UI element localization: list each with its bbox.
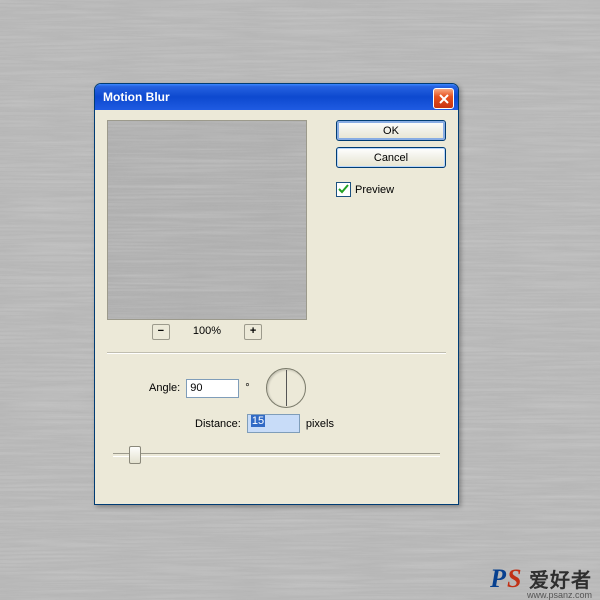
ok-button[interactable]: OK [336, 120, 446, 141]
motion-blur-dialog: Motion Blur − 100% + OK Cancel Preview A… [94, 83, 459, 505]
angle-unit: ° [245, 382, 249, 394]
distance-input[interactable]: 15 [247, 414, 300, 433]
check-icon [338, 184, 349, 195]
zoom-in-button[interactable]: + [244, 324, 262, 340]
zoom-out-button[interactable]: − [152, 324, 170, 340]
dialog-title: Motion Blur [103, 90, 170, 104]
titlebar[interactable]: Motion Blur [95, 84, 458, 110]
zoom-value: 100% [193, 325, 221, 337]
divider [107, 352, 446, 354]
preview-thumbnail[interactable] [107, 120, 307, 320]
preview-checkbox[interactable] [336, 182, 351, 197]
preview-label: Preview [355, 184, 394, 196]
slider-thumb[interactable] [129, 446, 141, 464]
close-button[interactable] [433, 88, 454, 109]
distance-unit: pixels [306, 418, 334, 430]
close-icon [439, 94, 449, 104]
angle-input[interactable] [186, 379, 239, 398]
watermark-url: www.psanz.com [527, 590, 592, 600]
angle-label: Angle: [149, 382, 180, 394]
distance-label: Distance: [195, 418, 241, 430]
cancel-button[interactable]: Cancel [336, 147, 446, 168]
angle-dial[interactable] [266, 368, 306, 408]
distance-slider[interactable] [113, 444, 440, 464]
